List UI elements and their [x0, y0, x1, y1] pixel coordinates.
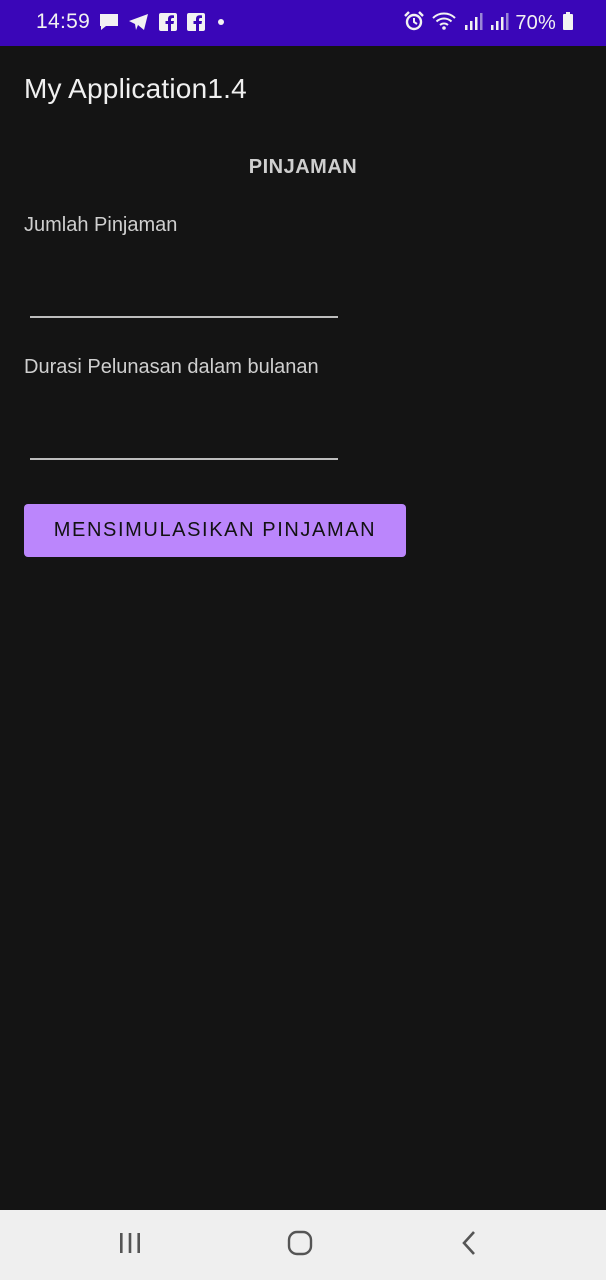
- recents-button[interactable]: [110, 1226, 150, 1264]
- home-button[interactable]: [280, 1226, 320, 1264]
- telegram-icon: [128, 12, 150, 37]
- loan-amount-input[interactable]: [30, 276, 338, 318]
- loan-amount-label: Jumlah Pinjaman: [24, 214, 178, 236]
- wifi-icon: [431, 10, 457, 37]
- recents-icon: [117, 1231, 143, 1260]
- chat-icon: [98, 12, 120, 37]
- notification-icons: [98, 12, 228, 37]
- simulate-loan-button[interactable]: MENSIMULASIKAN PINJAMAN: [24, 504, 406, 557]
- app-title: My Application1.4: [24, 73, 247, 104]
- signal-icon: [463, 10, 483, 37]
- alarm-icon: [403, 10, 425, 37]
- dot-icon: [214, 12, 228, 37]
- system-status-icons: 70%: [403, 10, 574, 37]
- status-time: 14:59: [36, 10, 91, 33]
- loan-duration-label: Durasi Pelunasan dalam bulanan: [24, 356, 319, 378]
- section-heading: PINJAMAN: [248, 156, 358, 178]
- battery-percent: 70%: [515, 12, 556, 34]
- facebook-icon: [186, 12, 206, 37]
- back-button[interactable]: [450, 1226, 490, 1264]
- battery-icon: [562, 10, 574, 37]
- home-icon: [286, 1229, 314, 1262]
- signal-icon: [489, 10, 509, 37]
- status-bar: 14:59 70%: [0, 0, 606, 46]
- back-icon: [459, 1230, 481, 1261]
- loan-duration-input[interactable]: [30, 418, 338, 460]
- navigation-bar: [0, 1210, 606, 1280]
- app-bar: My Application1.4: [0, 46, 606, 134]
- facebook-icon: [158, 12, 178, 37]
